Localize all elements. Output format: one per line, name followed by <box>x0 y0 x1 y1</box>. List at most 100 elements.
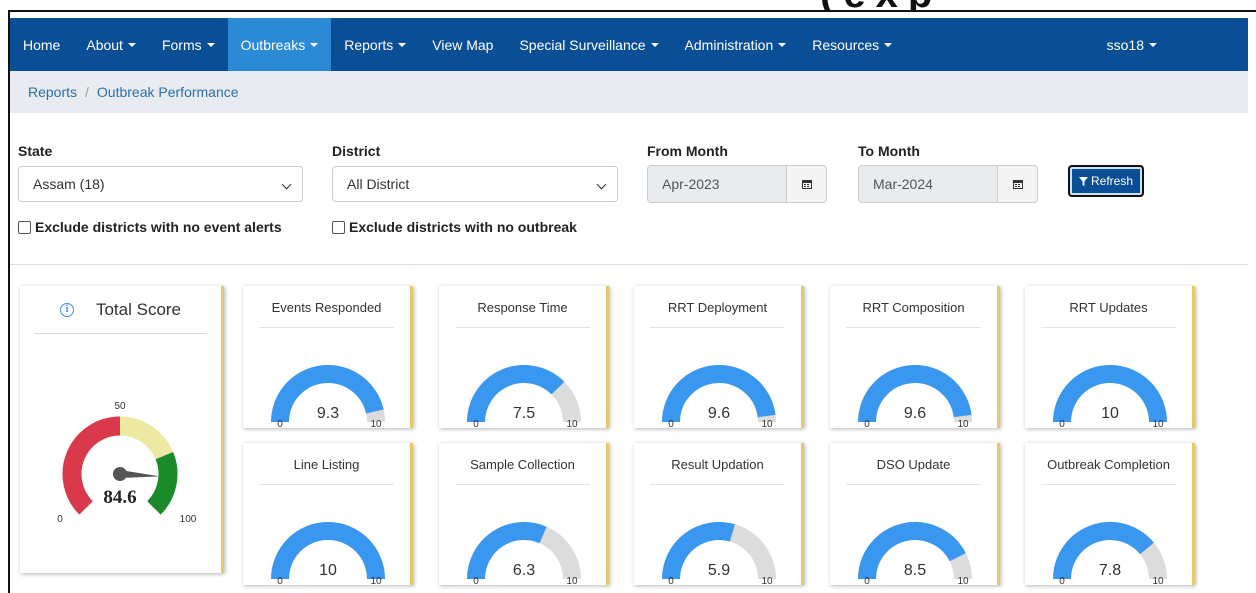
refresh-button-label: Refresh <box>1090 174 1134 188</box>
district-label: District <box>332 143 381 159</box>
metric-gauge: 9.6 0 10 <box>858 365 972 428</box>
gauge-min-label: 0 <box>277 576 283 585</box>
gauge-max-label: 10 <box>761 419 773 428</box>
metric-divider <box>846 484 981 485</box>
metric-title: Sample Collection <box>470 457 575 472</box>
metric-card-result-updation: Result Updation 5.9 0 10 <box>634 443 804 585</box>
metric-gauge: 7.5 0 10 <box>467 365 581 428</box>
nav-item-home[interactable]: Home <box>10 18 73 71</box>
refresh-button[interactable]: Refresh <box>1068 165 1144 197</box>
gauge-min-label: 0 <box>1059 576 1065 585</box>
metric-gauge: 9.3 0 10 <box>271 365 385 428</box>
gauge-min-label: 0 <box>57 514 63 525</box>
gauge-value: 10 <box>1101 405 1119 422</box>
info-icon[interactable]: i <box>59 302 74 317</box>
metric-divider <box>1041 484 1176 485</box>
state-label: State <box>18 143 53 159</box>
nav-item-reports[interactable]: Reports <box>331 18 419 71</box>
caret-down-icon <box>206 42 215 47</box>
metric-card-rrt-updates: RRT Updates 10 0 10 <box>1025 286 1195 428</box>
breadcrumb-current: Outbreak Performance <box>96 84 239 100</box>
metric-gauge: 10 0 10 <box>271 522 385 585</box>
metric-divider <box>1041 327 1176 328</box>
nav-item-label: Reports <box>344 36 394 53</box>
district-select[interactable]: All District <box>332 166 618 202</box>
metric-card-rrt-deployment: RRT Deployment 9.6 0 10 <box>634 286 804 428</box>
nav-item-forms[interactable]: Forms <box>149 18 228 71</box>
exclude-alerts-checkbox[interactable] <box>18 220 31 234</box>
nav-item-label: Home <box>23 36 61 53</box>
gauge-min-label: 0 <box>864 576 870 585</box>
caret-down-icon <box>884 42 893 47</box>
metric-title: Result Updation <box>671 457 764 472</box>
nav-item-about[interactable]: About <box>73 18 149 71</box>
gauge-max-label: 10 <box>566 419 578 428</box>
exclude-outbreak-label: Exclude districts with no outbreak <box>349 219 577 235</box>
gauge-min-label: 0 <box>1059 419 1065 428</box>
metric-divider <box>650 484 785 485</box>
metric-card-dso-update: DSO Update 8.5 0 10 <box>830 443 1000 585</box>
breadcrumb-reports-link[interactable]: Reports <box>28 84 77 100</box>
nav-item-view-map[interactable]: View Map <box>419 18 506 71</box>
state-select-value: Assam (18) <box>33 176 105 192</box>
nav-item-label: Resources <box>812 36 880 53</box>
gauge-min-label: 0 <box>473 576 479 585</box>
exclude-alerts-label: Exclude districts with no event alerts <box>35 219 282 235</box>
total-score-gauge: 84.6 0 50 100 <box>57 401 197 525</box>
to-month-value: Mar-2024 <box>873 176 933 192</box>
nav-item-label: Special Surveillance <box>519 36 646 53</box>
gauge-value: 9.3 <box>317 405 339 422</box>
gauge-min-label: 0 <box>864 419 870 428</box>
nav-item-resources[interactable]: Resources <box>799 18 905 71</box>
metric-title: DSO Update <box>876 457 951 472</box>
caret-down-icon <box>398 42 407 47</box>
gauge-value: 7.8 <box>1099 562 1121 579</box>
nav-user-menu[interactable]: sso18 <box>1094 18 1170 71</box>
metric-card-line-listing: Line Listing 10 0 10 <box>243 443 413 585</box>
metric-title: Response Time <box>477 300 568 315</box>
gauge-min-label: 0 <box>277 419 283 428</box>
total-score-title: Total Score <box>95 299 182 319</box>
nav-item-label: Forms <box>161 36 202 53</box>
gauge-value: 10 <box>319 562 337 579</box>
metric-title: RRT Updates <box>1069 300 1148 315</box>
gauge-max-label: 10 <box>1152 576 1164 585</box>
exclude-outbreak-checkbox[interactable] <box>332 220 345 234</box>
caret-down-icon <box>1149 42 1157 47</box>
breadcrumb-separator: / <box>85 84 89 100</box>
nav-item-administration[interactable]: Administration <box>672 18 800 71</box>
from-month-input[interactable]: Apr-2023 <box>647 165 827 203</box>
metric-gauge: 5.9 0 10 <box>662 522 776 585</box>
calendar-icon[interactable] <box>786 166 826 202</box>
gauge-value: 6.3 <box>513 562 535 579</box>
metric-divider <box>650 327 785 328</box>
gauge-value: 8.5 <box>904 562 926 579</box>
to-month-label: To Month <box>858 143 920 159</box>
gauge-value: 7.5 <box>513 405 535 422</box>
metric-card-outbreak-completion: Outbreak Completion 7.8 0 10 <box>1025 443 1195 585</box>
metric-divider <box>455 484 590 485</box>
exclude-alerts-checkbox-row[interactable]: Exclude districts with no event alerts <box>18 219 282 235</box>
caret-down-icon <box>310 42 319 47</box>
total-score-value: 84.6 <box>103 487 136 508</box>
gauge-max-label: 10 <box>957 419 969 428</box>
gauge-needle-hub <box>113 467 127 481</box>
nav-item-special-surveillance[interactable]: Special Surveillance <box>506 18 671 71</box>
metric-title: RRT Deployment <box>667 300 768 315</box>
exclude-outbreak-checkbox-row[interactable]: Exclude districts with no outbreak <box>332 219 577 235</box>
nav-item-outbreaks[interactable]: Outbreaks <box>227 18 332 71</box>
metric-card-events-responded: Events Responded 9.3 0 10 <box>243 286 413 428</box>
chevron-down-icon <box>281 179 292 190</box>
caret-down-icon <box>650 42 659 47</box>
top-navbar: Home About Forms Outbreaks Reports View Map Sp… <box>10 18 1248 71</box>
metric-gauge: 8.5 0 10 <box>858 522 972 585</box>
filter-panel: State Assam (18) District All District F… <box>10 113 1248 263</box>
gauge-min-label: 0 <box>473 419 479 428</box>
state-select[interactable]: Assam (18) <box>18 166 303 202</box>
gauge-value: 9.6 <box>904 405 926 422</box>
calendar-icon[interactable] <box>997 166 1037 202</box>
nav-user-label: sso18 <box>1106 36 1144 53</box>
to-month-input[interactable]: Mar-2024 <box>858 165 1038 203</box>
metric-divider <box>455 327 590 328</box>
gauge-mid-label: 50 <box>114 401 126 412</box>
